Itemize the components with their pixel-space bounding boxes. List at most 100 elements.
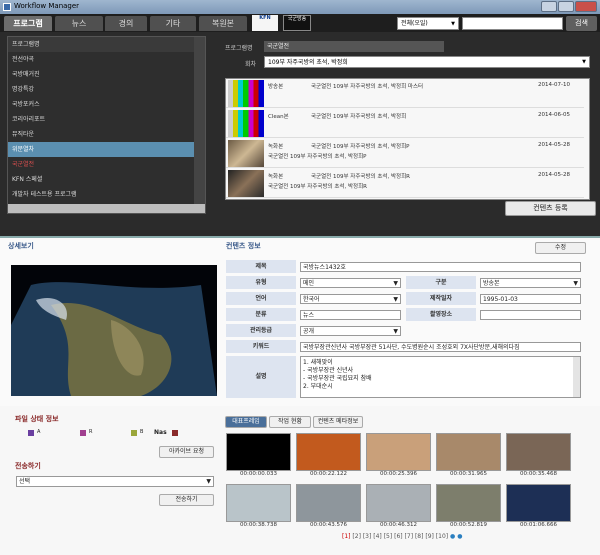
- flag-nas-label: Nas: [154, 429, 167, 436]
- tab-restored[interactable]: 복원본: [199, 16, 247, 31]
- transfer-select-value: 선택: [19, 478, 31, 485]
- list-item[interactable]: 방송본 국군열전 109부 자주국방의 초석, 박정희 마스터 2014-07-…: [226, 79, 584, 108]
- type-select[interactable]: 메인 ▼: [300, 278, 401, 288]
- grade-label: 관리등급: [226, 324, 296, 337]
- register-content-button[interactable]: 컨텐츠 등록: [505, 201, 596, 216]
- page-link[interactable]: [10]: [436, 533, 448, 540]
- date-field[interactable]: 1995-01-03: [480, 294, 581, 304]
- transfer-select[interactable]: 선택 ▼: [16, 476, 214, 487]
- nas-status-icon: [172, 430, 178, 436]
- page-link[interactable]: [7]: [405, 533, 414, 540]
- tab-lecture[interactable]: 경의: [105, 16, 147, 31]
- list-item[interactable]: 국방매거진: [8, 67, 194, 82]
- frame-thumbnail: [436, 433, 501, 471]
- keyword-label: 키워드: [226, 340, 296, 353]
- key-frame[interactable]: 00:00:38.738: [226, 484, 291, 530]
- page-link[interactable]: [9]: [425, 533, 434, 540]
- vertical-scrollbar[interactable]: [194, 37, 205, 213]
- chevron-down-icon: ▼: [393, 280, 398, 287]
- frame-thumbnail: [296, 433, 361, 471]
- frame-thumbnail: [436, 484, 501, 522]
- archive-request-button[interactable]: 아카이브 요청: [159, 446, 214, 458]
- next-page-icon[interactable]: ●: [450, 533, 455, 540]
- color-bars-thumbnail: [228, 110, 264, 137]
- key-frame[interactable]: 00:00:52.819: [436, 484, 501, 530]
- page-link[interactable]: [1]: [342, 533, 351, 540]
- tab-news[interactable]: 뉴스: [55, 16, 103, 31]
- tab-job-status[interactable]: 작업 현황: [269, 416, 311, 428]
- episode-subtitle: 국군열전 109부 자주국방의 초석, 박정희R: [268, 184, 367, 190]
- key-frame[interactable]: 00:00:46.312: [366, 484, 431, 530]
- list-item[interactable]: 코리아리포트: [8, 112, 194, 127]
- list-item[interactable]: 전선야곡: [8, 52, 194, 67]
- page-link[interactable]: [6]: [394, 533, 403, 540]
- page-link[interactable]: [5]: [384, 533, 393, 540]
- kind-select[interactable]: 방송본 ▼: [480, 278, 581, 288]
- title-field[interactable]: 국방뉴스1432호: [300, 262, 581, 272]
- language-select[interactable]: 한국어 ▼: [300, 294, 401, 304]
- page-link[interactable]: [8]: [415, 533, 424, 540]
- flag-r-label: R: [89, 429, 93, 435]
- list-item[interactable]: 명강특강: [8, 82, 194, 97]
- list-item[interactable]: 녹화본 국군열전 109부 자주국방의 초석, 박정희P 국군열전 109부 자…: [226, 139, 584, 168]
- episode-date: 2014-06-05: [538, 112, 570, 118]
- frame-timecode: 00:00:52.819: [450, 522, 487, 528]
- list-item-highlighted[interactable]: 위문열차: [8, 142, 194, 157]
- send-button[interactable]: 전송하기: [159, 494, 214, 506]
- video-preview[interactable]: [11, 265, 217, 396]
- title-label: 제목: [226, 260, 296, 273]
- frame-timecode: 00:00:43.576: [310, 522, 347, 528]
- list-item[interactable]: 뮤직타운: [8, 127, 194, 142]
- list-item[interactable]: 개발자 테스트용 프로그램: [8, 187, 194, 202]
- key-frame[interactable]: 00:00:00.033: [226, 433, 291, 479]
- close-button[interactable]: [575, 1, 597, 12]
- description-field[interactable]: 1. 새해맞이 - 국방부장관 신년사 - 국방부장관 국립묘지 참배 2. 부…: [300, 356, 581, 398]
- keyword-field[interactable]: 국방부장관신년사 국방부장관 51사단, 수도병원순시 조성호외 7X사단방문,…: [300, 342, 581, 352]
- key-frame[interactable]: 00:00:43.576: [296, 484, 361, 530]
- place-field[interactable]: [480, 310, 581, 320]
- key-frame[interactable]: 00:00:25.396: [366, 433, 431, 479]
- chevron-down-icon: ▼: [582, 59, 586, 65]
- app-window: Workflow Manager 프로그램 뉴스 경의 기타 복원본 KFN 국…: [0, 0, 600, 555]
- list-item[interactable]: KFN 스페셜: [8, 172, 194, 187]
- language-label: 언어: [226, 292, 296, 305]
- description-line: - 국방부장관 국립묘지 참배: [303, 375, 372, 382]
- tab-content-meta[interactable]: 컨텐츠 메타정보: [313, 416, 363, 428]
- page-link[interactable]: [3]: [363, 533, 372, 540]
- description-scrollbar[interactable]: [573, 357, 580, 397]
- edit-button[interactable]: 수정: [535, 242, 586, 254]
- maximize-button[interactable]: [558, 1, 574, 12]
- search-button[interactable]: 검색: [566, 16, 597, 31]
- key-frame[interactable]: 00:01:06.666: [506, 484, 571, 530]
- tab-etc[interactable]: 기타: [150, 16, 196, 31]
- key-frame[interactable]: 00:00:31.965: [436, 433, 501, 479]
- tab-program[interactable]: 프로그램: [4, 16, 52, 31]
- place-label: 촬영장소: [406, 308, 476, 321]
- frame-timecode: 00:00:25.396: [380, 471, 417, 477]
- portrait-thumbnail: [228, 170, 264, 197]
- key-frame[interactable]: 00:00:35.468: [506, 433, 571, 479]
- episode-title: 국군열전 109부 자주국방의 초석, 박정희: [311, 114, 407, 120]
- list-item[interactable]: 국방포커스: [8, 97, 194, 112]
- chevron-down-icon: ▼: [451, 21, 455, 27]
- episode-title: 국군열전 109부 자주국방의 초석, 박정희P: [311, 144, 410, 150]
- last-page-icon[interactable]: ●: [457, 533, 462, 540]
- list-item-selected[interactable]: 국군열전: [8, 157, 194, 172]
- search-input[interactable]: [462, 17, 563, 30]
- category-field[interactable]: 뉴스: [300, 310, 401, 320]
- episode-select[interactable]: 109부 자주국방의 초석, 박정희 ▼: [264, 56, 590, 68]
- list-item[interactable]: 녹화본 국군열전 109부 자주국방의 초석, 박정희R 국군열전 109부 자…: [226, 169, 584, 198]
- page-link[interactable]: [4]: [373, 533, 382, 540]
- chevron-down-icon: ▼: [206, 478, 211, 485]
- minimize-button[interactable]: [541, 1, 557, 12]
- tab-key-frames[interactable]: 대표프레임: [225, 416, 267, 428]
- kind-label: 구분: [406, 276, 476, 289]
- frame-thumbnail: [506, 484, 571, 522]
- search-scope-select[interactable]: 전체(오일) ▼: [397, 17, 459, 30]
- grade-select[interactable]: 공개 ▼: [300, 326, 401, 336]
- page-link[interactable]: [2]: [352, 533, 361, 540]
- horizontal-scrollbar[interactable]: [8, 204, 205, 213]
- key-frame[interactable]: 00:00:22.122: [296, 433, 361, 479]
- episode-type: 방송본: [268, 84, 284, 90]
- list-item[interactable]: Clean본 국군열전 109부 자주국방의 초석, 박정희 2014-06-0…: [226, 109, 584, 138]
